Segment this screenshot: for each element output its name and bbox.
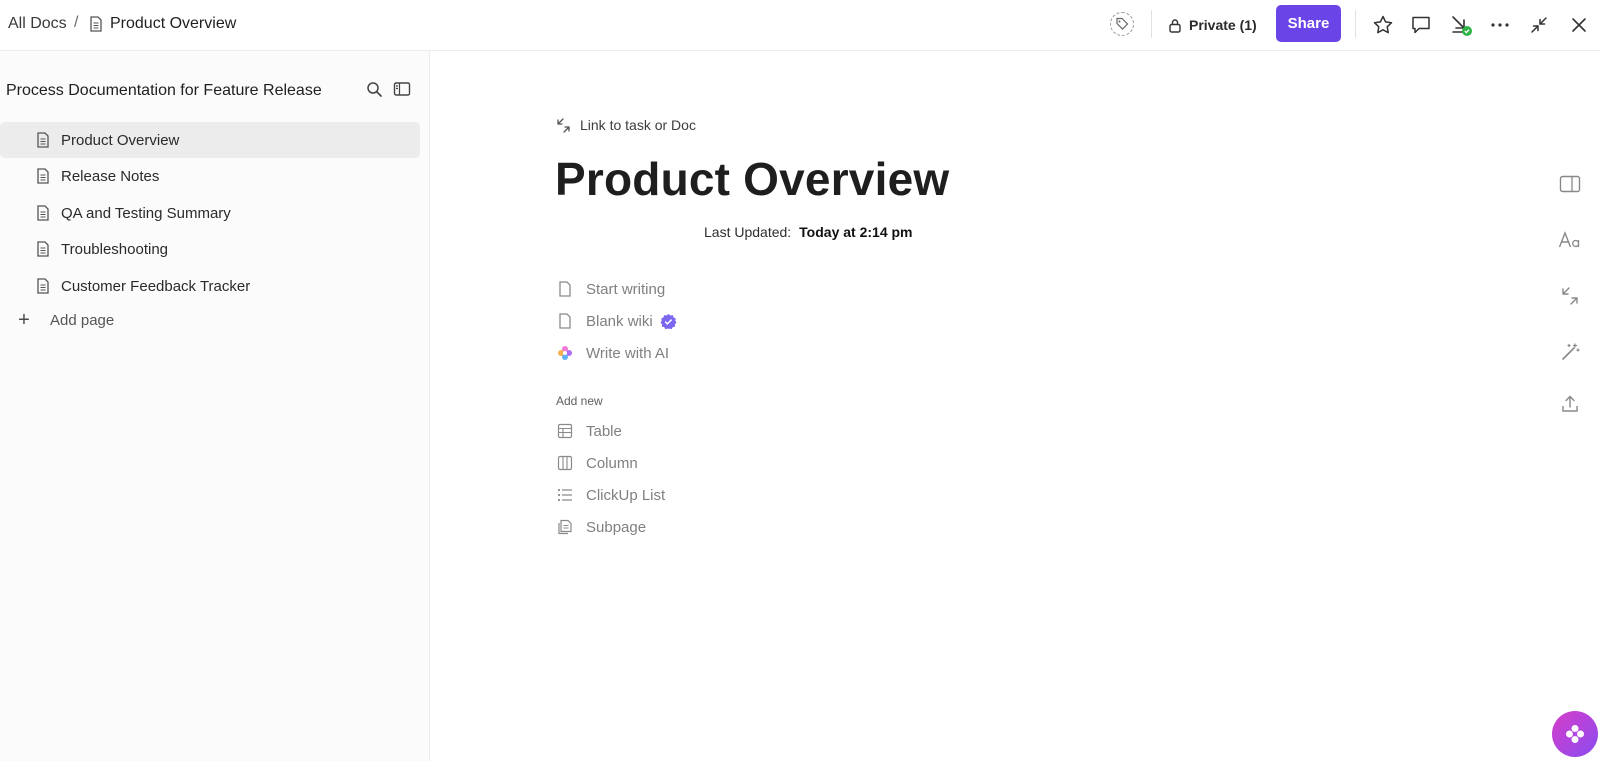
last-updated-label: Last Updated:	[704, 224, 792, 240]
option-label: Table	[586, 422, 622, 440]
side-panel-icon	[1559, 175, 1581, 193]
magic-wand-icon	[1562, 343, 1580, 360]
flower-icon	[1566, 725, 1584, 743]
tag-icon	[1116, 17, 1129, 30]
add-page-button[interactable]: + Add page	[14, 302, 114, 338]
close-icon	[1572, 18, 1586, 32]
sidebar-search-button[interactable]	[364, 79, 384, 99]
sidebar-title: Process Documentation for Feature Releas…	[6, 82, 322, 99]
add-column-option[interactable]: Column	[556, 451, 638, 475]
link-arrows-icon	[1562, 287, 1578, 305]
doc-icon	[559, 281, 571, 297]
option-label: Column	[586, 454, 638, 472]
add-table-option[interactable]: Table	[556, 419, 622, 443]
sidebar-item-customer-feedback-tracker[interactable]: Customer Feedback Tracker	[0, 268, 420, 304]
subpage-icon	[558, 519, 572, 535]
breadcrumb-all-docs[interactable]: All Docs	[8, 15, 67, 33]
export-button[interactable]	[1558, 392, 1582, 416]
last-updated-value: Today at 2:14 pm	[799, 224, 913, 240]
doc-icon	[37, 205, 49, 221]
more-options-button[interactable]	[1487, 12, 1513, 38]
start-writing-option[interactable]: Start writing	[556, 277, 665, 301]
privacy-button[interactable]: Private (1)	[1168, 12, 1257, 38]
sidebar-item-release-notes[interactable]: Release Notes	[0, 158, 420, 194]
typography-button[interactable]	[1558, 228, 1582, 252]
lock-icon	[1169, 18, 1181, 33]
share-button[interactable]: Share	[1276, 5, 1341, 42]
option-label: ClickUp List	[586, 486, 666, 504]
link-label: Link to task or Doc	[580, 117, 696, 133]
list-icon	[557, 488, 572, 502]
doc-icon	[37, 241, 49, 257]
link-task-or-doc-button[interactable]: Link to task or Doc	[556, 117, 696, 133]
download-status-button[interactable]	[1448, 12, 1474, 38]
option-label: Subpage	[586, 518, 647, 536]
option-label: Blank wiki	[586, 312, 653, 330]
add-subpage-option[interactable]: Subpage	[556, 515, 646, 539]
sidebar: Process Documentation for Feature Releas…	[0, 51, 430, 761]
blank-wiki-option[interactable]: Blank wiki	[556, 309, 677, 333]
sidebar-item-label: Troubleshooting	[61, 241, 169, 258]
doc-icon	[37, 132, 49, 148]
search-icon	[366, 81, 382, 97]
font-size-icon	[1558, 231, 1580, 248]
verified-badge-icon	[660, 313, 677, 329]
relationships-button[interactable]	[1558, 284, 1582, 308]
breadcrumb-separator: /	[74, 14, 79, 31]
collapse-button[interactable]	[1526, 12, 1552, 38]
sidebar-item-label: QA and Testing Summary	[61, 205, 231, 222]
sidebar-toggle-button[interactable]	[392, 79, 412, 99]
columns-icon	[557, 455, 573, 471]
add-clickup-list-option[interactable]: ClickUp List	[556, 483, 665, 507]
add-page-label: Add page	[50, 311, 115, 329]
more-horizontal-icon	[1491, 23, 1509, 27]
link-arrows-icon	[557, 117, 570, 133]
ai-tools-button[interactable]	[1558, 340, 1582, 364]
last-updated: Last Updated: Today at 2:14 pm	[704, 224, 913, 240]
star-icon	[1373, 15, 1393, 34]
divider	[1355, 10, 1356, 38]
page-title[interactable]: Product Overview	[555, 152, 949, 206]
sidebar-item-product-overview[interactable]: Product Overview	[0, 122, 420, 158]
privacy-label: Private (1)	[1189, 17, 1257, 33]
sidebar-panel-icon	[393, 82, 411, 96]
divider	[1151, 10, 1152, 38]
upload-icon	[1562, 395, 1578, 412]
download-icon	[1452, 16, 1472, 36]
tag-button[interactable]	[1110, 12, 1134, 36]
comments-button[interactable]	[1408, 12, 1434, 38]
top-bar: All Docs / Product Overview Private (1) …	[0, 0, 1600, 51]
page-details-button[interactable]	[1558, 172, 1582, 196]
sidebar-item-label: Release Notes	[61, 168, 160, 185]
sidebar-item-troubleshooting[interactable]: Troubleshooting	[0, 231, 420, 267]
option-label: Write with AI	[586, 344, 670, 362]
favorite-button[interactable]	[1370, 12, 1396, 38]
doc-icon	[37, 168, 49, 184]
ai-assistant-button[interactable]	[1552, 711, 1598, 757]
doc-icon	[90, 16, 102, 32]
sidebar-item-label: Product Overview	[61, 132, 180, 149]
doc-icon	[559, 313, 571, 329]
add-new-heading: Add new	[556, 394, 603, 408]
option-label: Start writing	[586, 280, 666, 298]
sidebar-item-label: Customer Feedback Tracker	[61, 278, 251, 295]
doc-icon	[37, 278, 49, 294]
close-button[interactable]	[1566, 12, 1592, 38]
breadcrumb-current[interactable]: Product Overview	[110, 15, 236, 33]
sidebar-item-qa-testing-summary[interactable]: QA and Testing Summary	[0, 195, 420, 231]
plus-icon: +	[18, 308, 30, 331]
ai-sparkle-icon	[558, 346, 572, 360]
table-icon	[557, 423, 573, 439]
comment-icon	[1412, 16, 1430, 34]
collapse-icon	[1531, 17, 1547, 33]
write-with-ai-option[interactable]: Write with AI	[556, 341, 669, 365]
